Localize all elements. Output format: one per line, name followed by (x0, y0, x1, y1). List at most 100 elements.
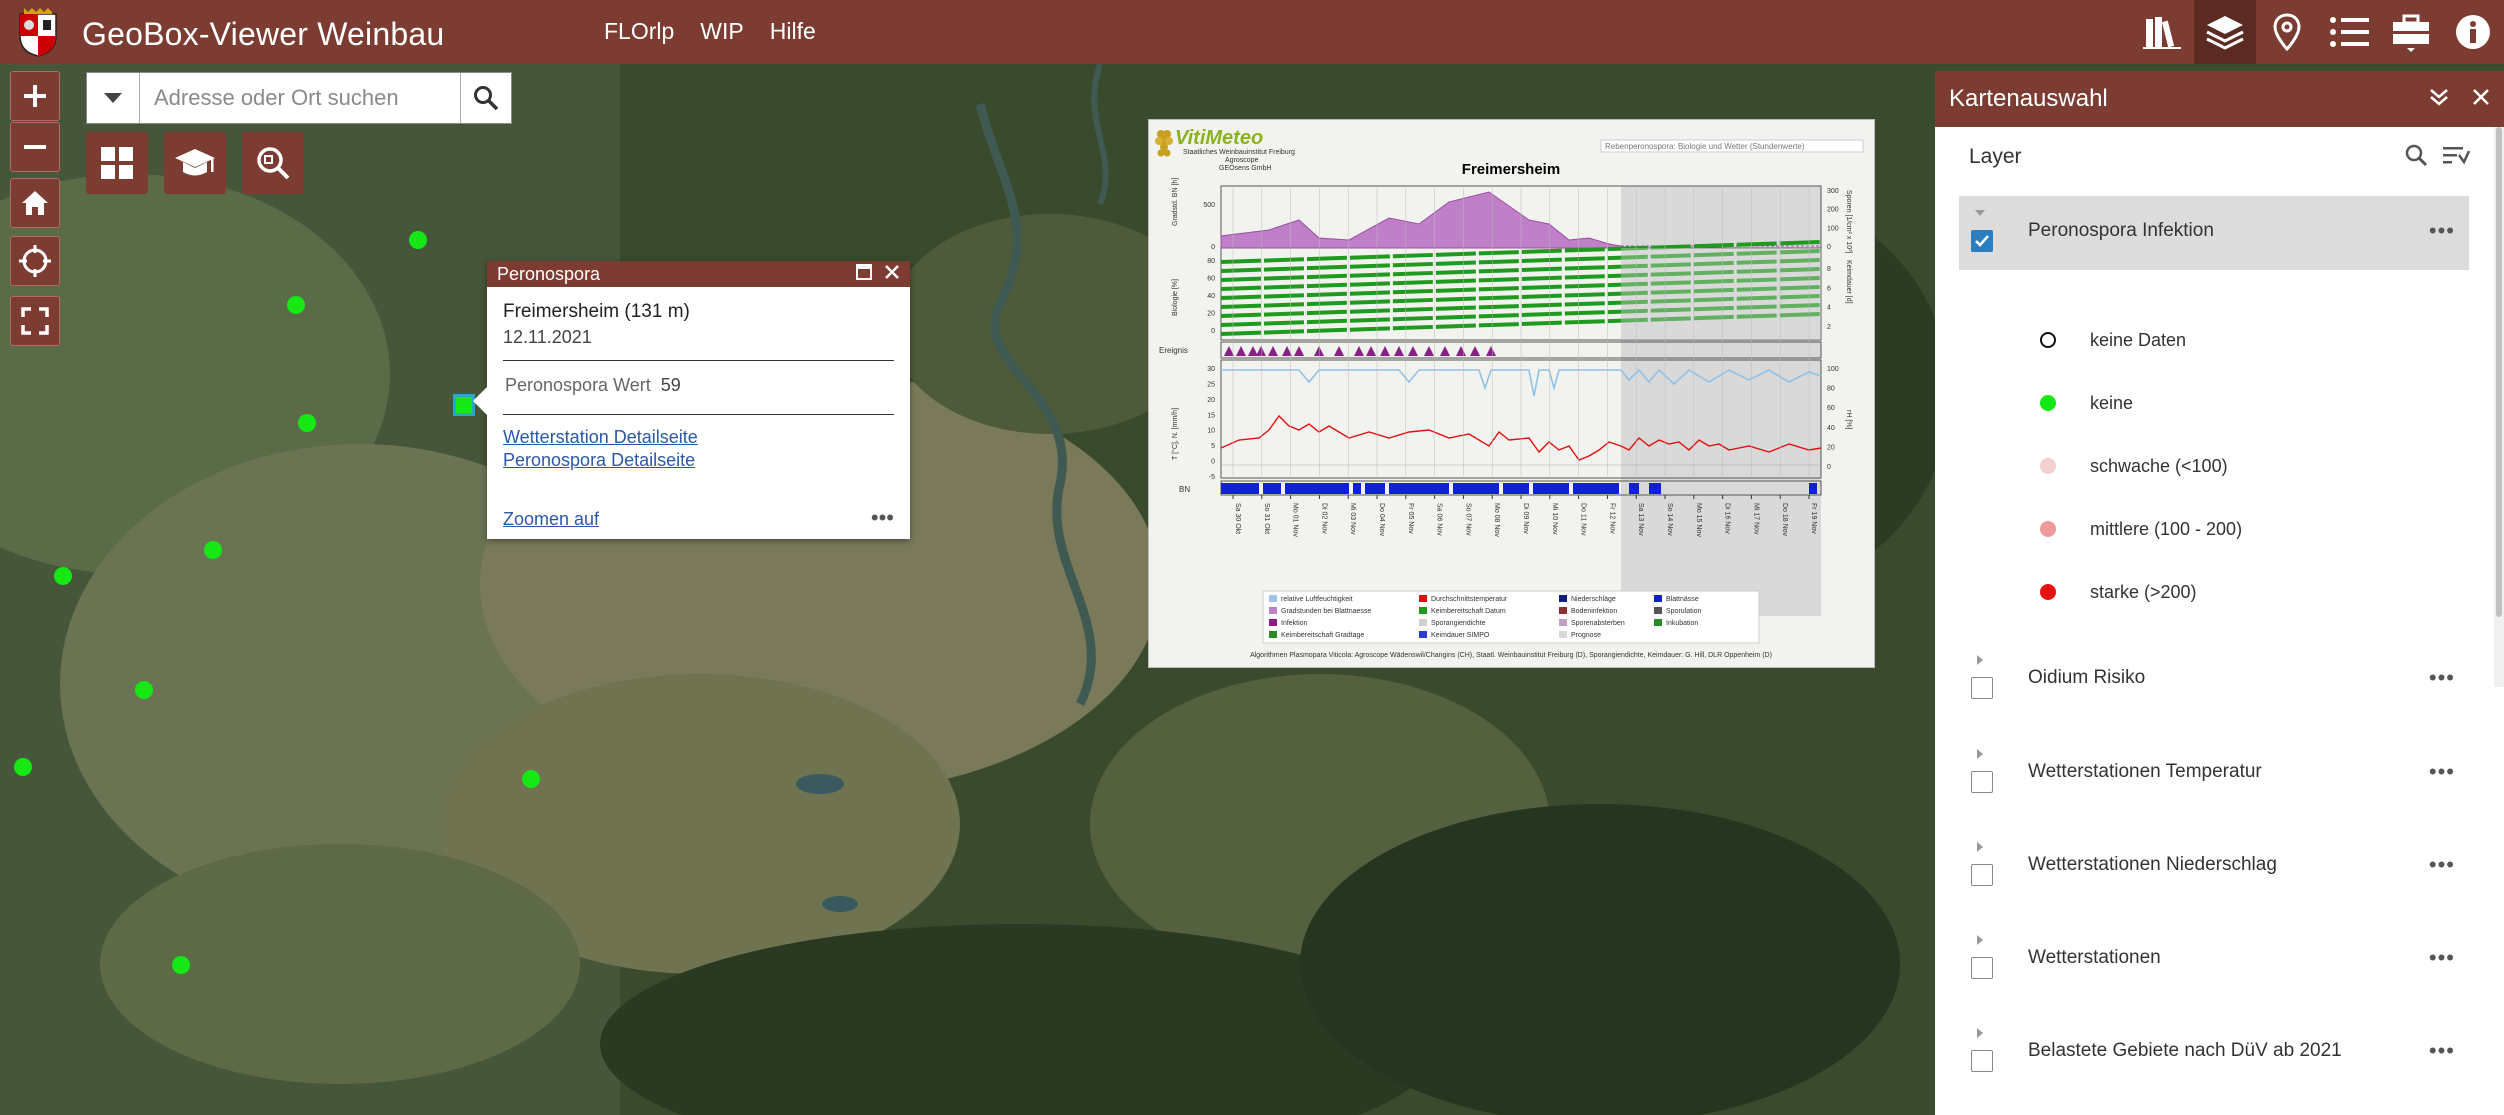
more-options-icon[interactable]: ••• (2429, 852, 2455, 878)
infection-marker (1236, 346, 1246, 356)
zoom-in-button[interactable] (10, 71, 60, 121)
locate-button[interactable] (10, 236, 60, 286)
expand-icon (21, 307, 49, 335)
station-marker[interactable] (54, 567, 72, 585)
layer-belastete-gebiete[interactable]: Belastete Gebiete nach DüV ab 2021 ••• (1959, 1016, 2469, 1090)
popup-title: Peronospora (497, 263, 601, 284)
close-icon[interactable] (884, 264, 900, 285)
legend-label: keine Daten (2090, 329, 2187, 350)
search-input[interactable] (140, 73, 460, 123)
more-options-icon[interactable]: ••• (2429, 218, 2455, 244)
search-icon (474, 86, 499, 111)
legend-swatch (1419, 595, 1427, 602)
station-marker[interactable] (135, 681, 153, 699)
layer-checkbox[interactable] (1971, 957, 1993, 979)
ylabel-keimdauer: Keimdauer [d] (1845, 260, 1852, 304)
station-marker[interactable] (287, 296, 305, 314)
legend-dot (2040, 332, 2056, 348)
selected-station-marker[interactable] (453, 394, 475, 416)
chart-brand: VitiMeteo (1175, 127, 1263, 149)
layer-peronospora-infektion[interactable]: Peronospora Infektion ••• (1959, 196, 2469, 270)
caret-open-icon[interactable] (1975, 210, 1985, 216)
more-options-icon[interactable]: ••• (2429, 759, 2455, 785)
infection-marker (1268, 346, 1278, 356)
zoom-out-button[interactable] (10, 122, 60, 172)
search-button[interactable] (460, 73, 511, 123)
caret-right-icon[interactable] (1977, 935, 1983, 945)
more-options-icon[interactable]: ••• (2429, 665, 2455, 691)
layer-heading: Layer (1969, 145, 2022, 168)
basemap-grid-button[interactable] (86, 132, 148, 194)
coat-of-arms-logo (19, 8, 57, 57)
maximize-icon[interactable] (856, 263, 872, 285)
home-button[interactable] (10, 178, 60, 228)
books-icon[interactable] (2132, 0, 2194, 64)
info-icon[interactable] (2442, 0, 2504, 64)
legend-entry: Durchschnittstemperatur (1431, 596, 1508, 603)
nav-florlp[interactable]: FLOrlp (604, 18, 674, 45)
more-options-icon[interactable]: ••• (871, 505, 894, 531)
caret-right-icon[interactable] (1977, 655, 1983, 665)
panel-title: Kartenauswahl (1949, 85, 2108, 112)
zoom-to-link[interactable]: Zoomen auf (503, 509, 871, 530)
date-label: Do 04 Nov (1378, 503, 1385, 537)
caret-right-icon[interactable] (1977, 1028, 1983, 1038)
layer-checkbox[interactable] (1971, 230, 1993, 252)
toolbox-icon[interactable] (2380, 0, 2442, 64)
station-marker[interactable] (14, 758, 32, 776)
weather-station-detail-link[interactable]: Wetterstation Detailseite (503, 427, 894, 448)
list-icon[interactable] (2318, 0, 2380, 64)
scrollbar-thumb[interactable] (2496, 127, 2502, 617)
ylabel-gradstd: Gradstd. BN [h] (1172, 178, 1179, 226)
peronospora-detail-link[interactable]: Peronospora Detailseite (503, 450, 894, 471)
crosshair-icon (19, 245, 51, 277)
popup-footer: Zoomen auf ••• (503, 505, 894, 531)
layer-oidium-risiko[interactable]: Oidium Risiko ••• (1959, 643, 2469, 717)
station-marker[interactable] (172, 956, 190, 974)
infection-marker (1248, 346, 1258, 356)
fullscreen-button[interactable] (10, 296, 60, 346)
layer-wetterstationen-niederschlag[interactable]: Wetterstationen Niederschlag ••• (1959, 830, 2469, 904)
leaf-wetness-bar (1221, 483, 1259, 494)
filter-list-icon[interactable] (2442, 143, 2471, 172)
station-marker[interactable] (298, 414, 316, 432)
value-label: Peronospora Wert (505, 375, 651, 395)
nav-hilfe[interactable]: Hilfe (770, 18, 816, 45)
layer-wetterstationen-temperatur[interactable]: Wetterstationen Temperatur ••• (1959, 737, 2469, 811)
panel-scrollbar[interactable] (2494, 127, 2504, 687)
layer-checkbox[interactable] (1971, 771, 1993, 793)
map-marker-icon[interactable] (2256, 0, 2318, 64)
legend-entry: Niederschläge (1571, 596, 1616, 603)
layers-icon[interactable] (2194, 0, 2256, 64)
layer-wetterstationen[interactable]: Wetterstationen ••• (1959, 923, 2469, 997)
close-panel-icon[interactable] (2472, 88, 2490, 111)
layer-checkbox[interactable] (1971, 864, 1993, 886)
more-options-icon[interactable]: ••• (2429, 945, 2455, 971)
leaf-wetness-bar (1649, 483, 1661, 494)
tick-temperature: 20 (1207, 397, 1215, 404)
layer-checkbox[interactable] (1971, 677, 1993, 699)
more-options-icon[interactable]: ••• (2429, 1038, 2455, 1064)
station-marker[interactable] (409, 231, 427, 249)
caret-right-icon[interactable] (1977, 749, 1983, 759)
layer-checkbox[interactable] (1971, 1050, 1993, 1072)
infection-marker (1224, 346, 1234, 356)
collapse-icon[interactable] (2428, 87, 2450, 112)
event-markers (1224, 346, 1496, 356)
search-icon[interactable] (2404, 143, 2428, 172)
legend-swatch (1269, 595, 1277, 602)
station-marker[interactable] (204, 541, 222, 559)
leaf-wetness-bar (1263, 483, 1281, 494)
tick-sporen: 0 (1827, 244, 1831, 251)
layer-subheader: Layer (1935, 127, 2504, 187)
legend-entry: Keimbereitschaft Gradtage (1281, 632, 1364, 639)
feature-search-button[interactable] (242, 132, 304, 194)
legend-entry: relative Luftfeuchtigkeit (1281, 596, 1353, 603)
search-dropdown[interactable] (87, 73, 140, 123)
education-button[interactable] (164, 132, 226, 194)
caret-right-icon[interactable] (1977, 842, 1983, 852)
station-marker[interactable] (522, 770, 540, 788)
legend-keine: keine (2040, 388, 2133, 418)
nav-wip[interactable]: WIP (700, 18, 743, 45)
infection-marker (1294, 346, 1304, 356)
